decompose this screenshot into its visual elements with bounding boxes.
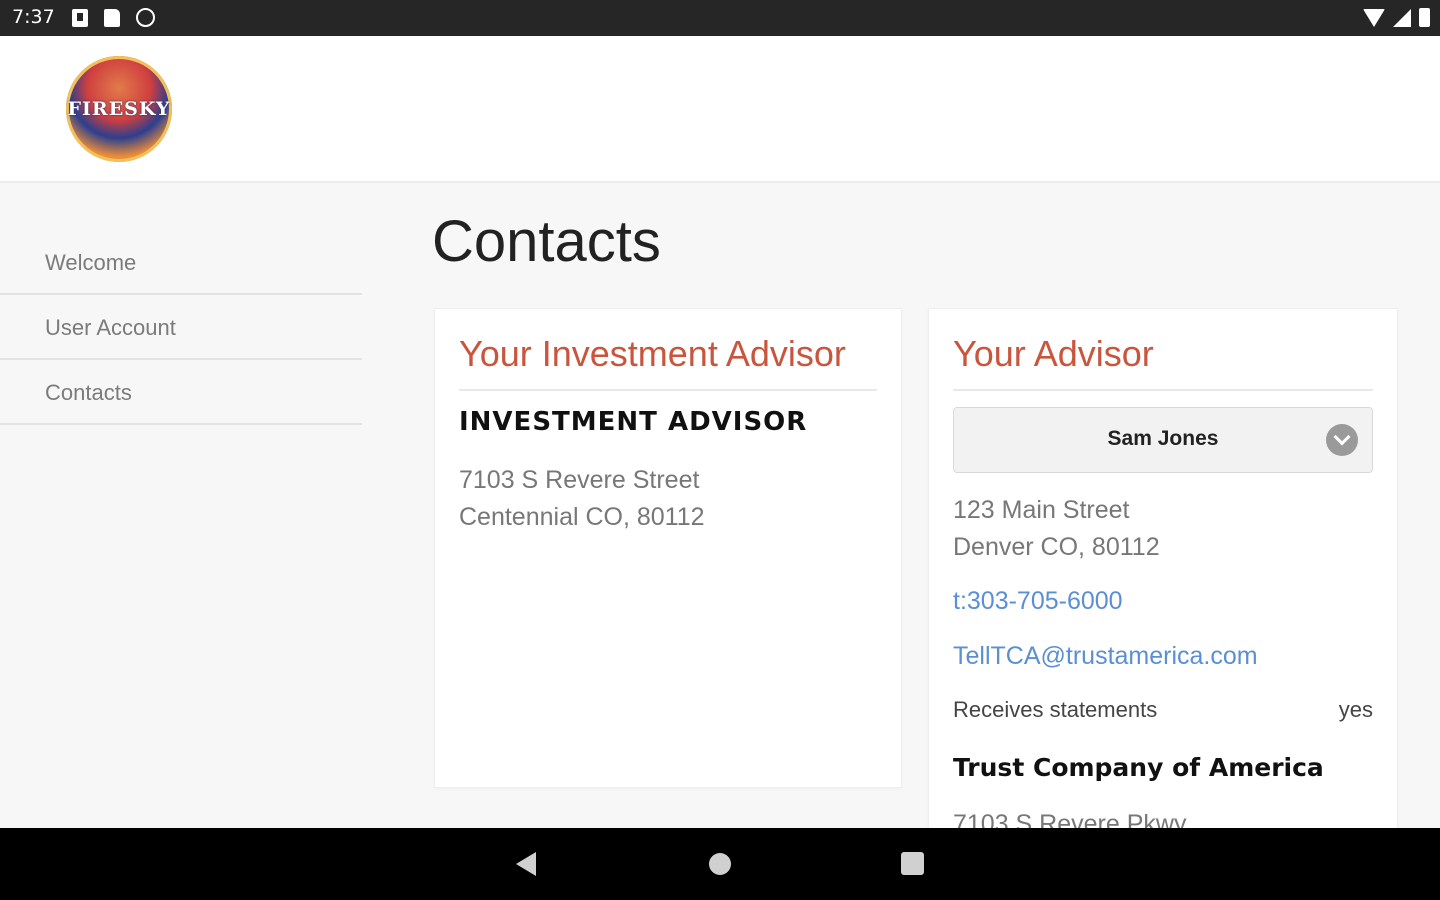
cell-signal-icon (1393, 8, 1411, 27)
investment-advisor-heading: Your Investment Advisor (459, 333, 877, 391)
investment-advisor-card: Your Investment Advisor INVESTMENT ADVIS… (434, 308, 902, 788)
sidebar-item-contacts[interactable]: Contacts (0, 360, 362, 425)
advisor-card: Your Advisor Sam Jones 123 Main Street D… (928, 308, 1398, 870)
advisor-address-line2: Denver CO, 80112 (953, 533, 1160, 561)
chevron-down-icon[interactable] (1326, 424, 1358, 456)
back-icon[interactable] (516, 852, 536, 876)
company-name: Trust Company of America (953, 753, 1324, 782)
battery-icon (1419, 8, 1430, 27)
advisor-select-value: Sam Jones (1107, 427, 1219, 450)
sidebar-item-welcome[interactable]: Welcome (0, 230, 362, 295)
investment-advisor-address-line2: Centennial CO, 80112 (459, 503, 705, 531)
investment-advisor-name: INVESTMENT ADVISOR (459, 407, 808, 437)
recent-apps-icon[interactable] (901, 852, 924, 875)
status-bar: 7:37 (0, 0, 1440, 36)
advisor-email-link[interactable]: TellTCA@trustamerica.com (953, 642, 1258, 671)
home-icon[interactable] (709, 853, 731, 875)
data-saver-icon (136, 8, 155, 27)
advisor-address-line1: 123 Main Street (953, 496, 1130, 524)
system-nav-bar (0, 828, 1440, 900)
sidebar-nav: Welcome User Account Contacts (0, 230, 362, 425)
firesky-logo[interactable]: FIRESKY (66, 56, 172, 162)
sidebar-item-user-account[interactable]: User Account (0, 295, 362, 360)
investment-advisor-address-line1: 7103 S Revere Street (459, 466, 700, 494)
advisor-heading: Your Advisor (953, 333, 1373, 391)
wifi-icon (1363, 8, 1385, 27)
advisor-phone-link[interactable]: t:303-705-6000 (953, 587, 1123, 616)
advisor-select[interactable]: Sam Jones (953, 407, 1373, 473)
status-time: 7:37 (12, 6, 55, 28)
logo-text: FIRESKY (67, 98, 171, 120)
status-icons (1363, 8, 1430, 27)
sd-card-icon (104, 9, 120, 27)
page-title: Contacts (432, 209, 661, 274)
statements-label: Receives statements (953, 697, 1158, 722)
statements-value: yes (1338, 697, 1373, 722)
statements-row: Receives statements yes (953, 697, 1373, 723)
app-header: FIRESKY (0, 36, 1440, 183)
notification-icon (72, 9, 88, 27)
